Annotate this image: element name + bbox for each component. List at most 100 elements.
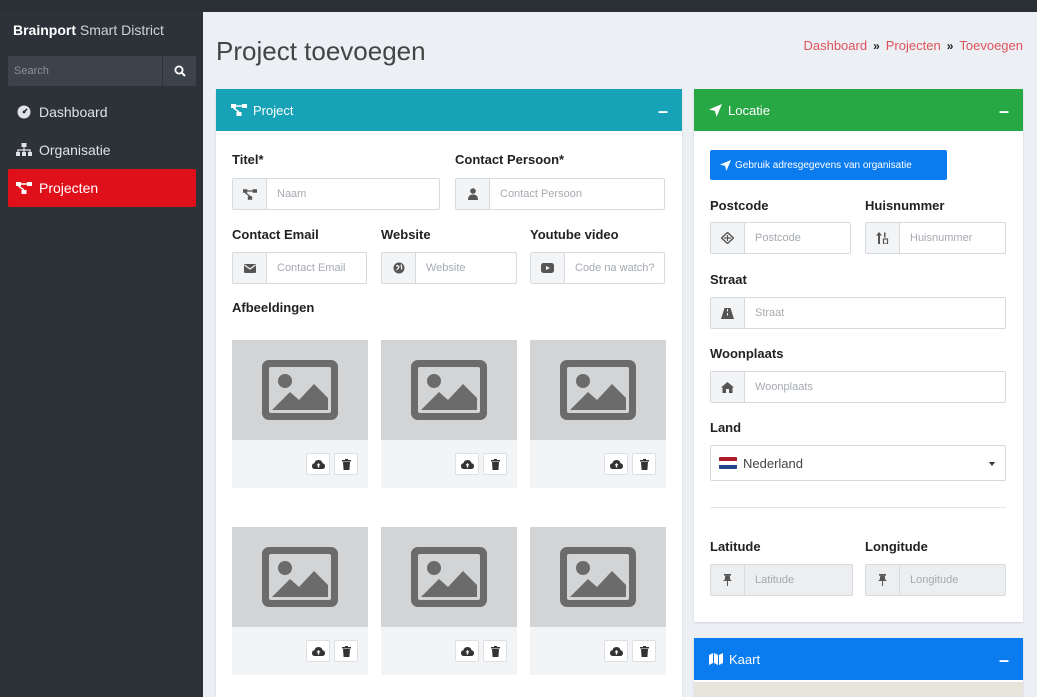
upload-button[interactable]: [306, 453, 330, 475]
breadcrumb-separator: »: [873, 38, 880, 53]
image-placeholder-icon[interactable]: [530, 527, 666, 627]
image-tile: [232, 527, 368, 675]
huisnummer-field: [865, 222, 1006, 254]
youtube-icon: [531, 253, 565, 283]
trash-icon: [639, 645, 649, 657]
latitude-input[interactable]: [745, 565, 852, 595]
trash-icon: [490, 645, 500, 657]
land-label: Land: [710, 420, 742, 435]
trash-icon: [639, 458, 649, 470]
image-actions: [530, 440, 666, 488]
image-actions: [530, 627, 666, 675]
straat-input[interactable]: [745, 298, 1005, 328]
land-selected-value: Nederland: [743, 455, 803, 471]
minimize-button[interactable]: –: [999, 650, 1009, 671]
sidebar-item-dashboard[interactable]: Dashboard: [8, 93, 196, 131]
trash-icon: [341, 458, 351, 470]
image-placeholder-icon[interactable]: [530, 340, 666, 440]
image-placeholder-icon[interactable]: [232, 340, 368, 440]
search-button[interactable]: [162, 56, 196, 86]
divider: [710, 507, 1006, 508]
search-input[interactable]: [8, 56, 162, 86]
chevron-down-icon: [989, 462, 995, 466]
top-bar: [0, 0, 1037, 12]
road-icon: [711, 298, 745, 328]
kaart-card-header: Kaart –: [694, 638, 1023, 680]
land-select[interactable]: Nederland: [710, 445, 1006, 481]
huisnummer-input[interactable]: [900, 223, 1005, 253]
latitude-field: [710, 564, 853, 596]
website-input[interactable]: [416, 253, 516, 283]
image-tile: [381, 527, 517, 675]
longitude-input[interactable]: [900, 565, 1005, 595]
project-diagram-icon: [16, 181, 32, 195]
woonplaats-label: Woonplaats: [710, 346, 784, 361]
delete-button[interactable]: [483, 640, 507, 662]
image-tile: [530, 340, 666, 488]
sidebar-item-label: Projecten: [39, 180, 99, 196]
upload-button[interactable]: [455, 640, 479, 662]
contact-email-input[interactable]: [267, 253, 366, 283]
postcode-input[interactable]: [745, 223, 850, 253]
breadcrumb-dashboard[interactable]: Dashboard: [803, 38, 867, 53]
netherlands-flag-icon: [719, 457, 737, 469]
sidebar-item-label: Dashboard: [39, 104, 108, 120]
upload-button[interactable]: [455, 453, 479, 475]
upload-button[interactable]: [604, 640, 628, 662]
delete-button[interactable]: [632, 453, 656, 475]
website-field: [381, 252, 517, 284]
image-placeholder-icon[interactable]: [381, 527, 517, 627]
titel-field: [232, 178, 440, 210]
image-placeholder-icon[interactable]: [232, 527, 368, 627]
straat-label: Straat: [710, 272, 747, 287]
youtube-field: [530, 252, 665, 284]
upload-button[interactable]: [604, 453, 628, 475]
delete-button[interactable]: [334, 453, 358, 475]
minimize-button[interactable]: –: [658, 101, 668, 122]
contact-email-label: Contact Email: [232, 227, 319, 242]
image-tile: [381, 340, 517, 488]
envelope-icon: [233, 253, 267, 283]
contact-persoon-label: Contact Persoon*: [455, 152, 565, 167]
breadcrumb-projecten[interactable]: Projecten: [886, 38, 941, 53]
woonplaats-input[interactable]: [745, 372, 1005, 402]
page-title: Project toevoegen: [216, 36, 426, 66]
project-diagram-icon: [233, 179, 267, 209]
image-actions: [232, 440, 368, 488]
project-diagram-icon: [231, 104, 247, 116]
titel-label: Titel*: [232, 152, 264, 167]
brand-logo[interactable]: Brainport Smart District: [0, 12, 203, 56]
contact-persoon-input[interactable]: [490, 179, 664, 209]
sidebar-item-organisatie[interactable]: Organisatie: [8, 131, 196, 169]
delete-button[interactable]: [334, 640, 358, 662]
minimize-button[interactable]: –: [999, 101, 1009, 122]
sidebar-item-projecten[interactable]: Projecten: [8, 169, 196, 207]
user-icon: [456, 179, 490, 209]
use-organisation-address-button[interactable]: Gebruik adresgegevens van organisatie: [710, 150, 947, 180]
contact-persoon-field: [455, 178, 665, 210]
breadcrumb-toevoegen: Toevoegen: [959, 38, 1023, 53]
trash-icon: [490, 458, 500, 470]
sitemap-icon: [16, 143, 32, 157]
home-icon: [711, 372, 745, 402]
upload-button[interactable]: [306, 640, 330, 662]
delete-button[interactable]: [483, 453, 507, 475]
cloud-upload-icon: [311, 647, 325, 656]
map-view[interactable]: [694, 682, 1023, 697]
youtube-input[interactable]: [565, 253, 664, 283]
titel-input[interactable]: [267, 179, 439, 209]
straat-field: [710, 297, 1006, 329]
kaart-card-title: Kaart: [729, 651, 761, 667]
image-placeholder-icon[interactable]: [381, 340, 517, 440]
image-actions: [381, 627, 517, 675]
delete-button[interactable]: [632, 640, 656, 662]
postcode-label: Postcode: [710, 198, 769, 213]
breadcrumb-separator: »: [946, 38, 954, 53]
thumbtack-icon: [711, 565, 745, 595]
cloud-upload-icon: [460, 460, 474, 469]
sort-numeric-icon: [866, 223, 900, 253]
use-organisation-address-label: Gebruik adresgegevens van organisatie: [735, 159, 912, 171]
sidebar-search: [8, 56, 196, 86]
afbeeldingen-label: Afbeeldingen: [232, 300, 315, 315]
sidebar-nav: Dashboard Organisatie Projecten: [8, 93, 196, 207]
